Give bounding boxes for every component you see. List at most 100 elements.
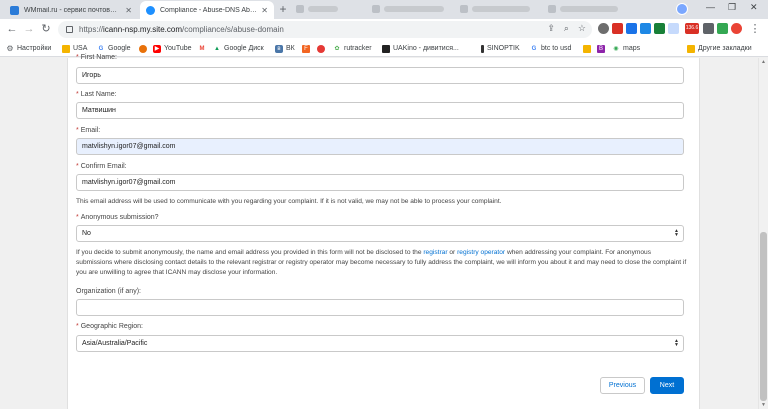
address-bar[interactable]: https://icann-nsp.my.site.com/compliance… (58, 21, 592, 38)
tab-favicon-icon[interactable] (372, 5, 380, 13)
last-name-input[interactable]: Матвишин (76, 102, 684, 119)
minimize-icon[interactable]: — (706, 2, 715, 12)
gmail-icon: M (199, 45, 205, 52)
scroll-up-icon[interactable]: ▲ (760, 59, 767, 65)
folder-icon (687, 44, 695, 53)
url-text: https://icann-nsp.my.site.com/compliance… (79, 25, 284, 34)
bookmark-other[interactable]: Другие закладки (687, 43, 752, 54)
menu-kebab-icon[interactable]: ⋮ (748, 22, 762, 36)
registrar-link[interactable]: registrar (423, 249, 447, 256)
profile-avatar-icon[interactable] (676, 3, 688, 15)
tab-title: Compliance - Abuse-DNS Abuse ( (160, 6, 258, 14)
extension-badge[interactable]: 136.6 (685, 23, 699, 34)
folder-icon (62, 44, 70, 53)
tab-wmmail[interactable]: WMmail.ru - сервис почтовых ре ✕ (4, 1, 138, 19)
share-icon[interactable]: ⇪ (547, 23, 555, 34)
back-arrow-icon[interactable]: ← (5, 22, 19, 36)
new-tab-icon[interactable]: + (277, 3, 289, 15)
tab-ghost[interactable] (560, 6, 618, 12)
download-icon[interactable] (717, 23, 728, 34)
region-label: * Geographic Region: (76, 323, 143, 330)
anonymous-label: * Anonymous submission? (76, 214, 159, 221)
bookmark-sinoptik[interactable]: SINOPTIK (481, 43, 520, 54)
wmmail-favicon-icon (10, 5, 19, 15)
bookmark-btc[interactable]: Gbtc to usd (530, 43, 572, 54)
youtube-icon: ▶ (153, 44, 161, 53)
bookmark-star-icon[interactable]: ☆ (578, 23, 586, 34)
next-button[interactable]: Next (650, 377, 684, 394)
bookmark-drive[interactable]: ▲ Google Диск (213, 43, 264, 54)
bookmark-badge[interactable] (139, 43, 150, 54)
bookmark-rutracker[interactable]: ✿ rutracker (333, 43, 371, 54)
page-viewport: * First Name: Игорь * Last Name: Матвишин … (0, 54, 768, 409)
profile-icon[interactable] (731, 23, 742, 34)
rutracker-icon: ✿ (334, 45, 340, 52)
bookmark-f[interactable]: F (302, 43, 313, 54)
email-input[interactable]: matvlishyn.igor07@gmail.com (76, 138, 684, 155)
badge-icon (139, 44, 147, 53)
first-name-input[interactable]: Игорь (76, 67, 684, 84)
google-icon: G (531, 45, 537, 52)
complaint-form: * First Name: Игорь * Last Name: Матвишин … (67, 54, 700, 409)
first-name-label: * First Name: (76, 54, 117, 61)
bookmark-uakino[interactable]: UAKino - дивитися... (382, 43, 459, 54)
tab-favicon-icon[interactable] (296, 5, 304, 13)
tab-compliance[interactable]: Compliance - Abuse-DNS Abuse ( ✕ (140, 1, 274, 19)
window-close-icon[interactable]: ✕ (750, 2, 758, 13)
previous-button[interactable]: Previous (600, 377, 645, 394)
drive-icon: ▲ (214, 45, 220, 52)
bookmark-google[interactable]: G Google (97, 43, 131, 54)
region-selected-value: Asia/Australia/Pacific (82, 340, 148, 347)
maximize-icon[interactable]: ❐ (728, 2, 736, 13)
region-select[interactable]: Asia/Australia/Pacific ▲ ▼ (76, 335, 684, 352)
organization-input[interactable] (76, 299, 684, 316)
organization-label: Organization (if any): (76, 288, 141, 295)
anonymous-selected-value: No (82, 230, 91, 237)
google-icon: G (98, 45, 104, 52)
confirm-email-input[interactable]: matvlishyn.igor07@gmail.com (76, 174, 684, 191)
browser-toolbar: ← → ↻ https://icann-nsp.my.site.com/comp… (0, 19, 768, 40)
forward-arrow-icon[interactable]: → (22, 22, 36, 36)
bookmark-usa[interactable]: USA (62, 43, 87, 54)
bookmark-settings[interactable]: ⚙ Настройки (6, 43, 51, 54)
registry-operator-link[interactable]: registry operator (457, 249, 505, 256)
uakino-icon (382, 44, 390, 53)
tab-ghost[interactable] (384, 6, 444, 12)
bookmark-maps[interactable]: ◉ maps (612, 43, 640, 54)
extension-telegram-icon[interactable] (640, 23, 651, 34)
scroll-down-icon[interactable]: ▼ (760, 402, 767, 408)
tab-favicon-icon[interactable] (460, 5, 468, 13)
gear-icon: ⚙ (6, 43, 14, 53)
bookmark-red[interactable] (317, 43, 328, 54)
bookmark-vk[interactable]: в ВК (275, 43, 295, 54)
close-icon[interactable]: ✕ (125, 6, 132, 15)
select-arrows-icon: ▲ ▼ (674, 228, 679, 238)
extensions-puzzle-icon[interactable] (703, 23, 714, 34)
last-name-label: * Last Name: (76, 91, 117, 98)
extension-pocket-icon[interactable] (612, 23, 623, 34)
anonymous-select[interactable]: No ▲ ▼ (76, 225, 684, 242)
confirm-email-label: * Confirm Email: (76, 163, 127, 170)
email-note: This email address will be used to commu… (76, 198, 502, 205)
scrollbar-thumb[interactable] (760, 232, 767, 401)
folder-icon (583, 44, 591, 53)
close-icon[interactable]: ✕ (261, 6, 268, 15)
tab-favicon-icon[interactable] (548, 5, 556, 13)
lock-icon (66, 26, 73, 33)
select-arrows-icon: ▲ ▼ (674, 338, 679, 348)
extension-globe-icon[interactable] (598, 23, 609, 34)
bookmark-folder[interactable] (583, 43, 594, 54)
zoom-icon[interactable]: ⌕ (564, 23, 569, 34)
maps-pin-icon: ◉ (613, 45, 619, 52)
extension-vpn-icon[interactable] (654, 23, 665, 34)
tab-strip: WMmail.ru - сервис почтовых ре ✕ Complia… (0, 0, 768, 19)
tab-ghost[interactable] (308, 6, 338, 12)
vk-icon: в (275, 44, 283, 53)
bookmark-youtube[interactable]: ▶ YouTube (153, 43, 192, 54)
tab-ghost[interactable] (472, 6, 530, 12)
bookmark-bc[interactable]: B (597, 43, 608, 54)
bookmark-gmail[interactable]: M (198, 43, 209, 54)
extension-cloud-icon[interactable] (668, 23, 679, 34)
reload-icon[interactable]: ↻ (39, 22, 53, 36)
extension-v-icon[interactable] (626, 23, 637, 34)
